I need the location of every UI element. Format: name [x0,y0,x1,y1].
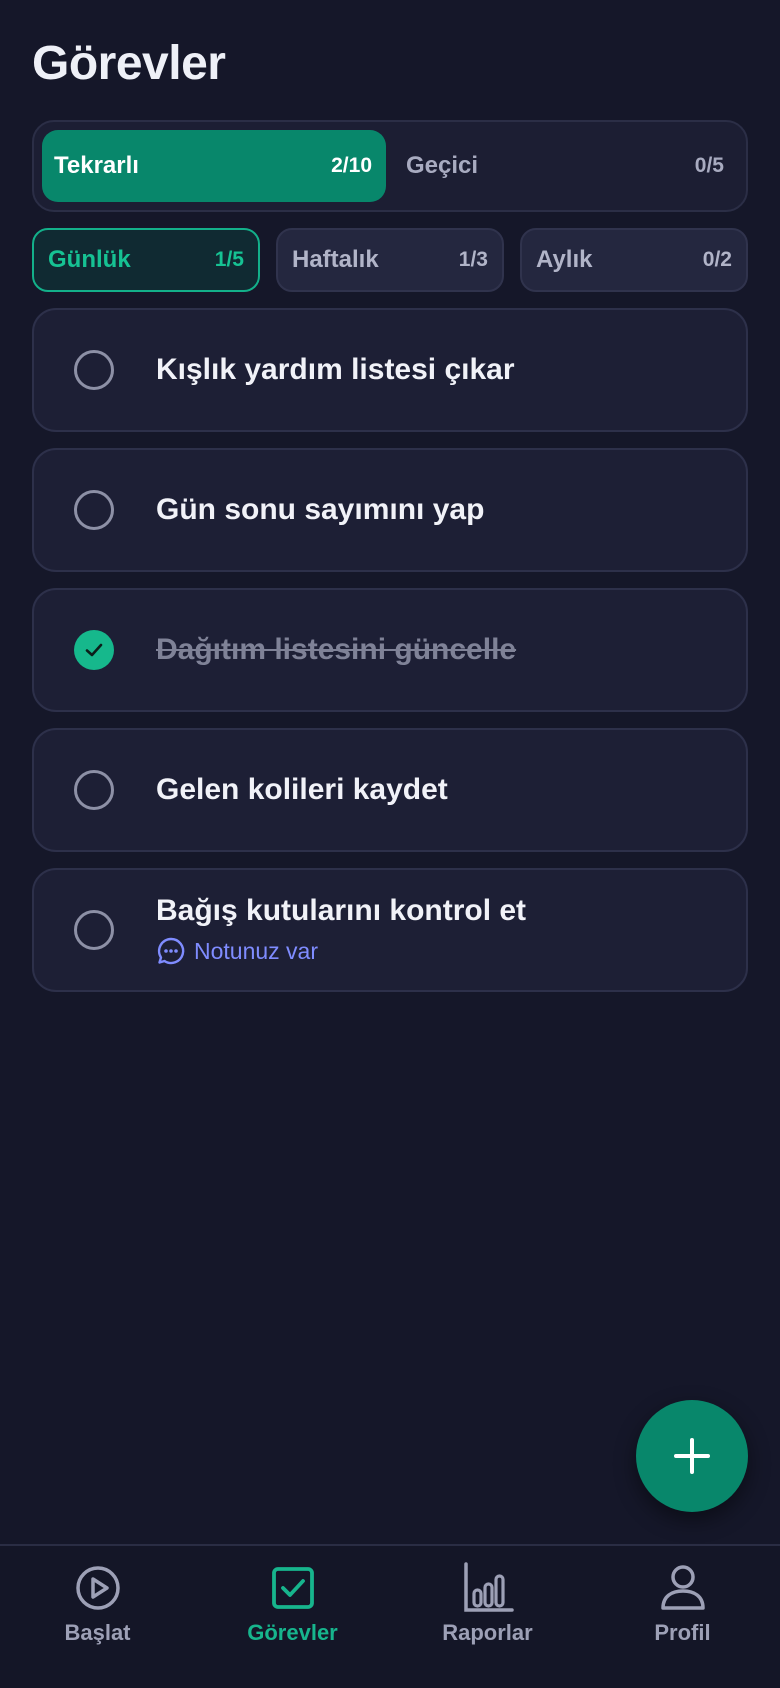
bar-chart-icon [463,1562,514,1612]
tab-label: Geçici [406,152,479,179]
task-card[interactable]: Dağıtım listesini güncelle [32,588,748,712]
task-checkbox-checked[interactable] [74,630,114,670]
checkbox-icon [271,1567,314,1609]
nav-label: Raporlar [442,1620,533,1645]
task-title: Dağıtım listesini güncelle [156,633,517,666]
nav-label: Profil [654,1620,711,1645]
play-icon [75,1566,120,1610]
task-card[interactable]: Gelen kolileri kaydet [32,728,748,852]
period-count: 1/5 [214,248,244,271]
period-tab-daily[interactable]: Günlük 1/5 [32,228,260,292]
task-title: Gün sonu sayımını yap [156,493,485,526]
tab-temporary[interactable]: Geçici 0/5 [394,130,738,202]
task-text: Bağış kutularını kontrol et Notunuz var [156,870,526,990]
period-label: Aylık [536,246,593,273]
tasks-screen: Görevler Tekrarlı 2/10 Geçici 0/5 Günlük… [0,0,780,1688]
task-checkbox[interactable] [74,910,114,950]
plus-icon [674,1438,710,1474]
period-tab-monthly[interactable]: Aylık 0/2 [520,228,748,292]
task-note-label: Notunuz var [194,937,319,964]
tab-label: Tekrarlı [54,152,139,179]
task-card[interactable]: Gün sonu sayımını yap [32,448,748,572]
task-text: Gelen kolileri kaydet [156,730,448,850]
tab-count: 2/10 [331,154,372,177]
tab-count: 0/5 [694,154,724,177]
task-checkbox[interactable] [74,490,114,530]
nav-item-start[interactable]: Başlat [0,1546,195,1688]
tab-recurring[interactable]: Tekrarlı 2/10 [42,130,386,202]
task-text: Gün sonu sayımını yap [156,450,484,570]
add-task-button[interactable] [636,1400,748,1512]
period-count: 1/3 [458,248,488,271]
nav-label: Görevler [247,1620,338,1645]
task-checkbox[interactable] [74,350,114,390]
page-title: Görevler [32,37,226,90]
task-title: Kışlık yardım listesi çıkar [156,353,515,386]
task-text: Dağıtım listesini güncelle [156,590,516,710]
task-card[interactable]: Bağış kutularını kontrol et Notunuz var [32,868,748,992]
task-text: Kışlık yardım listesi çıkar [156,310,515,430]
nav-item-profile[interactable]: Profil [585,1546,780,1688]
checkmark-icon [85,643,103,657]
period-count: 0/2 [702,248,732,271]
period-tabs: Günlük 1/5 Haftalık 1/3 Aylık 0/2 [32,228,748,292]
task-note[interactable]: Notunuz var [156,936,526,966]
nav-label: Başlat [64,1620,131,1645]
task-title: Gelen kolileri kaydet [156,773,448,806]
period-label: Günlük [48,246,131,273]
nav-item-tasks[interactable]: Görevler [195,1546,390,1688]
user-icon [660,1565,705,1610]
period-label: Haftalık [292,246,379,273]
task-type-tabs: Tekrarlı 2/10 Geçici 0/5 [32,120,748,212]
period-tab-weekly[interactable]: Haftalık 1/3 [276,228,504,292]
bottom-nav: Başlat Görevler Raporlar Profil [0,1544,780,1688]
task-card[interactable]: Kışlık yardım listesi çıkar [32,308,748,432]
nav-item-reports[interactable]: Raporlar [390,1546,585,1688]
chat-bubble-icon [157,937,185,965]
task-checkbox[interactable] [74,770,114,810]
task-title: Bağış kutularını kontrol et [156,894,527,927]
